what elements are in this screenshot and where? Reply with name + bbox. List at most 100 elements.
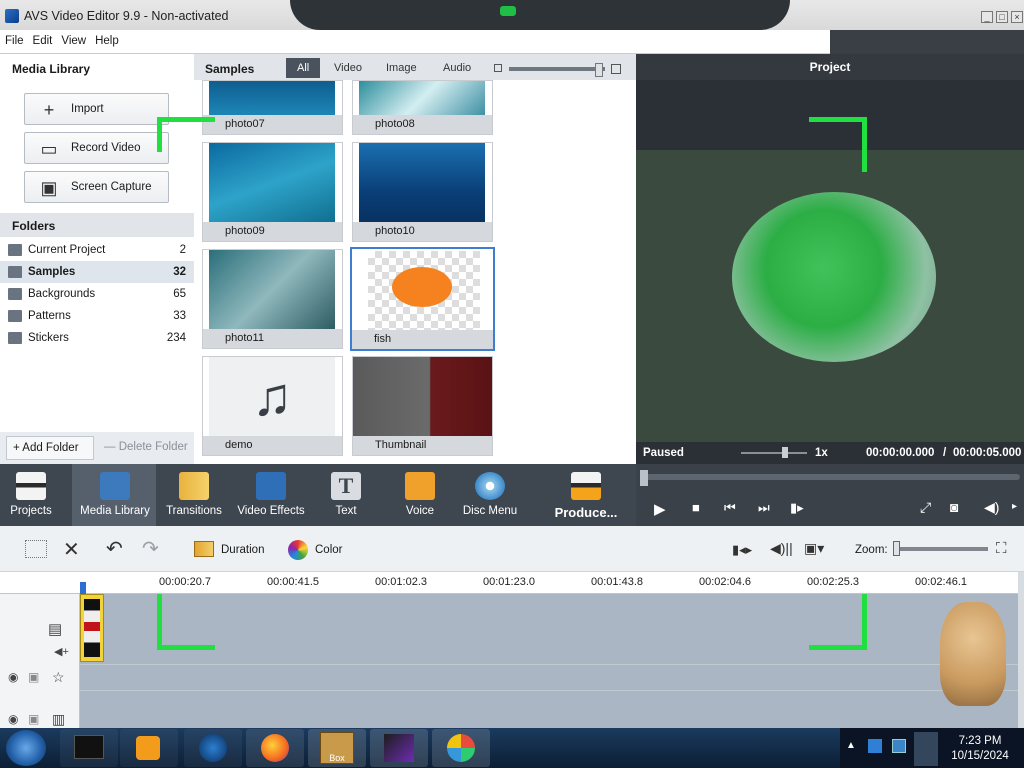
snapshot-camera-icon[interactable]: ◙ [950, 499, 958, 515]
folder-patterns[interactable]: Patterns 33 [0, 305, 194, 327]
folder-stickers[interactable]: Stickers 234 [0, 327, 194, 349]
record-video-button[interactable]: ▭ Record Video [24, 132, 169, 164]
taskbar-app-player[interactable] [120, 729, 178, 767]
tray-volume-icon[interactable] [914, 732, 938, 766]
windows-logo-icon [447, 734, 475, 762]
video-track-audio-icon[interactable]: ◀+ [54, 645, 69, 658]
select-all-icon[interactable] [25, 540, 47, 558]
taskbar-app-windows[interactable] [432, 729, 490, 767]
fullscreen-icon[interactable]: ⤢ [920, 499, 931, 516]
import-button[interactable]: + Import [24, 93, 169, 125]
frame-mode-icon[interactable]: ▮▸ [790, 500, 804, 516]
toolbar-transitions[interactable]: Transitions [160, 464, 228, 526]
folder-samples[interactable]: Samples 32 [0, 261, 194, 283]
next-frame-icon[interactable]: ⏭ [758, 500, 770, 516]
taskbar-app-terminal[interactable] [60, 729, 118, 767]
storyboard-view-icon[interactable]: ▣▾ [804, 540, 824, 557]
taskbar-app-firefox[interactable] [246, 729, 304, 767]
tile-photo10[interactable]: photo10 [352, 142, 493, 242]
tile-thumbnail[interactable]: Thumbnail [352, 356, 493, 456]
menu-view[interactable]: View [56, 30, 90, 47]
preview-title: Project [636, 54, 1024, 80]
tab-all[interactable]: All [297, 62, 309, 74]
tile-photo09[interactable]: photo09 [202, 142, 343, 242]
tile-demo[interactable]: ♫ demo [202, 356, 343, 456]
folder-current-project[interactable]: Current Project 2 [0, 239, 194, 261]
hamster-mascot [940, 602, 1006, 706]
timeline-scrollbar[interactable] [1018, 572, 1024, 728]
plus-icon: + [43, 100, 55, 120]
capture-corner [157, 594, 162, 650]
stop-icon[interactable]: ■ [692, 500, 700, 515]
thumb-size-slider-handle[interactable] [595, 63, 603, 77]
volume-icon[interactable]: ◀) [984, 499, 999, 516]
maximize-button[interactable]: □ [996, 11, 1008, 23]
taskbar-app-globe[interactable] [184, 729, 242, 767]
toolbar-disc-menu[interactable]: Disc Menu [458, 464, 522, 526]
duration-button[interactable]: Duration [221, 544, 264, 556]
color-button[interactable]: Color [315, 544, 342, 556]
toolbar-media-library[interactable]: Media Library [76, 464, 154, 526]
tile-photo07[interactable]: photo07 [202, 80, 343, 135]
menu-edit[interactable]: Edit [28, 30, 57, 47]
speed-slider[interactable] [741, 452, 807, 454]
redo-icon[interactable]: ↷ [142, 536, 159, 561]
start-button-icon[interactable] [6, 730, 46, 766]
tab-audio[interactable]: Audio [443, 62, 471, 74]
tile-fish[interactable]: fish [350, 247, 495, 351]
add-folder-button[interactable]: + Add Folder [6, 436, 94, 460]
seek-handle[interactable] [640, 470, 648, 486]
zoom-slider[interactable] [896, 547, 988, 551]
taskbar-clock[interactable]: 7:23 PM 10/15/2024 [945, 734, 1015, 764]
taskbar-app-box[interactable]: Box [308, 729, 366, 767]
lock-icon[interactable]: ▣ [28, 712, 39, 726]
lock-icon[interactable]: ▣ [28, 670, 39, 684]
capture-corner [809, 645, 867, 650]
speed-slider-handle[interactable] [782, 447, 788, 458]
screen-capture-button[interactable]: ▣ Screen Capture [24, 171, 169, 203]
menu-file[interactable]: File [0, 30, 28, 47]
playhead-marker[interactable] [80, 582, 86, 594]
tile-photo11[interactable]: photo11 [202, 249, 343, 349]
seek-bar[interactable] [642, 474, 1020, 480]
fish-icon [392, 267, 452, 307]
media-library-icon [100, 472, 130, 500]
zoom-slider-handle[interactable] [893, 541, 900, 556]
tab-video[interactable]: Video [334, 62, 362, 74]
more-arrow-icon[interactable]: ▸ [1012, 501, 1017, 512]
toolbar-video-effects[interactable]: Video Effects [236, 464, 306, 526]
folder-backgrounds[interactable]: Backgrounds 65 [0, 283, 194, 305]
fit-timeline-icon[interactable]: ⛶ [996, 540, 1007, 557]
eye-icon[interactable]: ◉ [8, 712, 18, 726]
timeline-tracks[interactable] [0, 594, 1024, 728]
toolbar-produce[interactable]: Produce... [548, 464, 624, 526]
thumb-size-slider[interactable] [509, 67, 605, 71]
audio-settings-icon[interactable]: ◀)|| [770, 540, 793, 557]
taskbar-app-avs-video[interactable] [370, 729, 428, 767]
tray-app-icon[interactable] [868, 739, 882, 753]
window-title: AVS Video Editor 9.9 - Non-activated [24, 9, 229, 23]
tab-image[interactable]: Image [386, 62, 417, 74]
undo-icon[interactable]: ↶ [106, 536, 123, 561]
tile-photo08[interactable]: photo08 [352, 80, 493, 135]
preview-top-area [636, 80, 1024, 150]
close-button[interactable]: × [1011, 11, 1023, 23]
toolbar-text[interactable]: T Text [316, 464, 376, 526]
delete-x-icon[interactable]: ✕ [63, 537, 80, 562]
menu-help[interactable]: Help [90, 30, 123, 47]
minimize-button[interactable]: _ [981, 11, 993, 23]
total-time: 00:00:05.000 [953, 447, 1022, 459]
previous-frame-icon[interactable]: ⏮ [724, 500, 736, 516]
toolbar-voice[interactable]: Voice [390, 464, 450, 526]
tray-expand-icon[interactable]: ▲ [846, 740, 856, 751]
monitor-icon: ▣ [40, 178, 58, 198]
toolbar-projects[interactable]: Projects [0, 464, 62, 526]
time-separator: / [943, 447, 947, 459]
delete-folder-button[interactable]: — Delete Folder [102, 436, 190, 460]
zoom-label: Zoom: [855, 544, 888, 556]
play-icon[interactable]: ▶ [654, 500, 666, 518]
tray-network-icon[interactable] [892, 739, 906, 753]
eye-icon[interactable]: ◉ [8, 670, 18, 684]
timeline-clip[interactable] [80, 594, 104, 662]
split-icon[interactable]: ▮◂▸ [732, 542, 752, 558]
